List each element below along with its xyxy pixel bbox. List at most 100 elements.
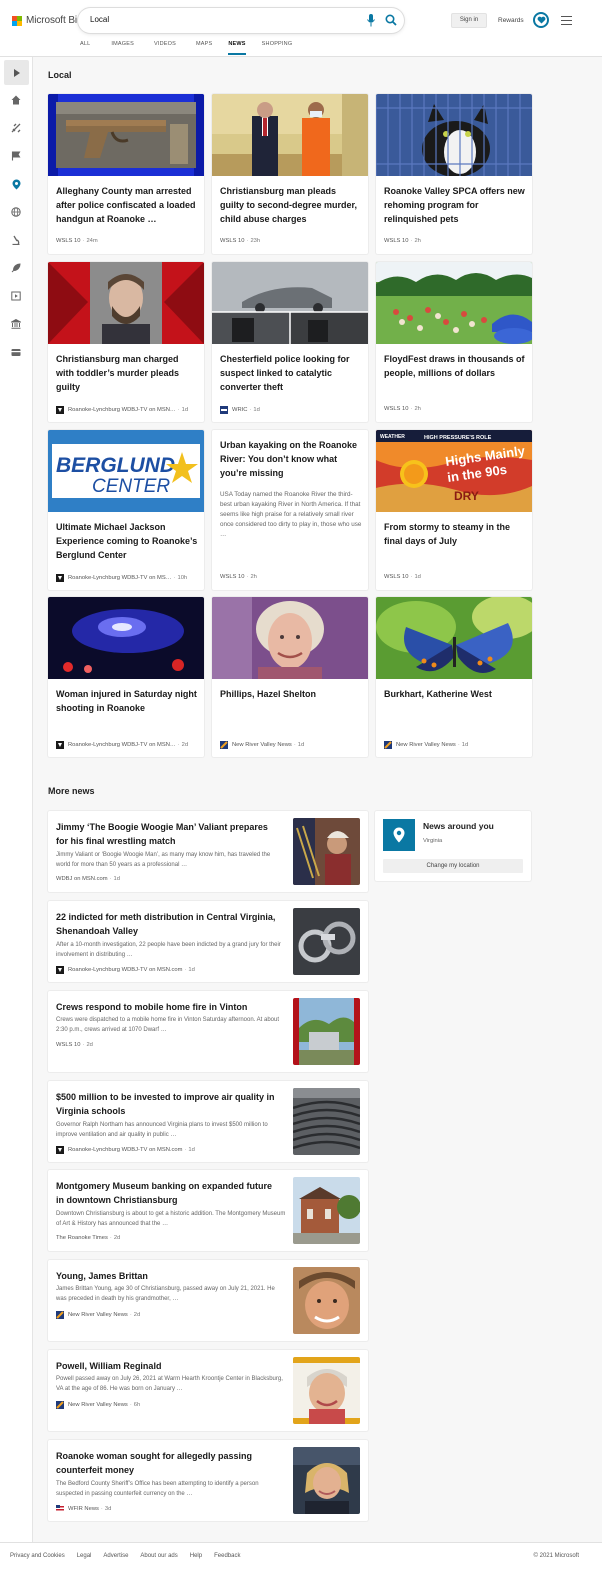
news-title[interactable]: Crews respond to mobile home fire in Vin… [56,1000,282,1014]
news-source: The Roanoke Times [56,1235,108,1241]
footer-link-legal[interactable]: Legal [77,1553,92,1559]
card-meta: WSLS 10 · 2h [384,406,421,412]
news-title[interactable]: $500 million to be invested to improve a… [56,1090,282,1118]
news-thumbnail [293,908,360,975]
rewards-link[interactable]: Rewards [498,17,524,24]
card-title[interactable]: From stormy to steamy in the final days … [384,520,526,548]
footer-link-privacy[interactable]: Privacy and Cookies [10,1553,65,1559]
microphone-icon[interactable] [367,14,375,27]
news-title[interactable]: Powell, William Reginald [56,1359,282,1373]
card-source: New River Valley News [396,742,456,748]
bing-logo[interactable]: Microsoft Bing [12,15,88,26]
news-title[interactable]: Roanoke woman sought for allegedly passi… [56,1449,282,1477]
card-title[interactable]: Alleghany County man arrested after poli… [56,184,198,226]
card-title[interactable]: Urban kayaking on the Roanoke River: You… [220,438,362,480]
change-location-button[interactable]: Change my location [383,859,523,873]
sidebar-item-technology[interactable] [10,234,22,246]
news-list-item[interactable]: Jimmy ‘The Boogie Woogie Man’ Valiant pr… [48,811,368,892]
expand-icon [13,68,20,77]
card-title[interactable]: Chesterfield police looking for suspect … [220,352,362,394]
news-list-item[interactable]: Powell, William Reginald Powell passed a… [48,1350,368,1431]
news-card[interactable]: WEATHER HIGH PRESSURE'S ROLE Highs Mainl… [376,430,532,590]
sidebar-expand-button[interactable] [4,60,29,85]
news-source: WFIR News [68,1506,99,1512]
card-title[interactable]: Ultimate Michael Jackson Experience comi… [56,520,198,562]
search-input[interactable]: Local [90,15,109,24]
section-title-more-news: More news [48,786,95,796]
sidebar-item-local[interactable] [10,178,22,190]
news-card[interactable]: Christiansburg man charged with toddler’… [48,262,204,422]
card-title[interactable]: Phillips, Hazel Shelton [220,687,362,701]
card-title[interactable]: Christiansburg man charged with toddler’… [56,352,198,394]
news-meta: WFIR News · 3d [56,1505,111,1513]
news-card[interactable]: Roanoke Valley SPCA offers new rehoming … [376,94,532,254]
rewards-badge[interactable] [533,12,549,28]
news-list-item[interactable]: Roanoke woman sought for allegedly passi… [48,1440,368,1521]
footer-link-help[interactable]: Help [190,1553,202,1559]
dry-text: DRY [454,489,479,503]
news-list-item[interactable]: Montgomery Museum banking on expanded fu… [48,1170,368,1251]
news-title[interactable]: 22 indicted for meth distribution in Cen… [56,910,282,938]
tab-videos[interactable]: VIDEOS [154,41,176,55]
card-title[interactable]: Burkhart, Katherine West [384,687,526,701]
footer-link-advertise[interactable]: Advertise [103,1553,128,1559]
search-icon[interactable] [385,14,397,26]
wdbj-source-icon [56,1146,64,1154]
news-card[interactable]: Urban kayaking on the Roanoke River: You… [212,430,368,590]
sidebar-item-money[interactable] [10,346,22,358]
news-card[interactable]: FloydFest draws in thousands of people, … [376,262,532,422]
news-card[interactable]: Woman injured in Saturday night shooting… [48,597,204,757]
tab-maps[interactable]: MAPS [196,41,212,55]
card-age: 2h [414,238,421,244]
sidebar-item-sports[interactable] [10,262,22,274]
news-card[interactable]: Alleghany County man arrested after poli… [48,94,204,254]
nrv-news-source-icon [56,1311,64,1319]
news-card[interactable]: BERGLUND CENTER Ultimate Michael Jackson… [48,430,204,590]
news-list-item[interactable]: Crews respond to mobile home fire in Vin… [48,991,368,1072]
sign-in-button[interactable]: Sign in [451,13,487,28]
card-meta: WRIC · 1d [220,406,260,414]
wdbj-source-icon [56,966,64,974]
news-meta: New River Valley News · 6h [56,1401,140,1409]
news-card[interactable]: Burkhart, Katherine West New River Valle… [376,597,532,757]
news-snippet: Crews were dispatched to a mobile home f… [56,1017,280,1033]
news-card[interactable]: Christiansburg man pleads guilty to seco… [212,94,368,254]
sidebar-item-science[interactable] [10,122,22,134]
news-title[interactable]: Montgomery Museum banking on expanded fu… [56,1179,282,1207]
news-title[interactable]: Jimmy ‘The Boogie Woogie Man’ Valiant pr… [56,820,282,848]
card-title[interactable]: FloydFest draws in thousands of people, … [384,352,526,380]
news-card[interactable]: Chesterfield police looking for suspect … [212,262,368,422]
search-box[interactable]: Local [78,8,404,33]
news-list-item[interactable]: 22 indicted for meth distribution in Cen… [48,901,368,982]
news-title[interactable]: Young, James Brittan [56,1269,282,1283]
news-list-item[interactable]: Young, James Brittan James Brittan Young… [48,1260,368,1341]
tab-images[interactable]: IMAGES [111,41,134,55]
footer-link-about-ads[interactable]: About our ads [140,1553,177,1559]
footer-link-feedback[interactable]: Feedback [214,1553,240,1559]
tab-all[interactable]: ALL [80,41,90,55]
card-title[interactable]: Christiansburg man pleads guilty to seco… [220,184,362,226]
card-image [48,597,204,679]
news-list-item[interactable]: $500 million to be invested to improve a… [48,1081,368,1162]
sidebar-item-world[interactable] [10,206,22,218]
card-title[interactable]: Woman injured in Saturday night shooting… [56,687,198,715]
news-around-you-card: News around you Virginia Change my locat… [375,811,531,881]
news-age: 1d [188,1147,195,1153]
news-thumbnail [293,1088,360,1155]
sidebar-item-home[interactable] [10,94,22,106]
tab-shopping[interactable]: SHOPPING [262,41,293,55]
tab-news[interactable]: NEWS [228,41,246,55]
sidebar-item-us[interactable] [10,150,22,162]
hamburger-menu-icon[interactable] [561,16,572,25]
card-age: 2h [414,406,421,412]
news-age: 2d [113,1235,121,1241]
sidebar-item-politics[interactable] [10,318,22,330]
card-title[interactable]: Roanoke Valley SPCA offers new rehoming … [384,184,526,226]
card-snippet: USA Today named the Roanoke River the th… [220,491,362,538]
card-age: 1d [181,407,189,413]
news-card[interactable]: Phillips, Hazel Shelton New River Valley… [212,597,368,757]
location-badge [383,819,415,851]
card-meta: Roanoke-Lynchburg WDBJ-TV on MS… · 10h [56,574,187,582]
location-pin-icon [12,179,20,189]
sidebar-item-videos[interactable] [10,290,22,302]
